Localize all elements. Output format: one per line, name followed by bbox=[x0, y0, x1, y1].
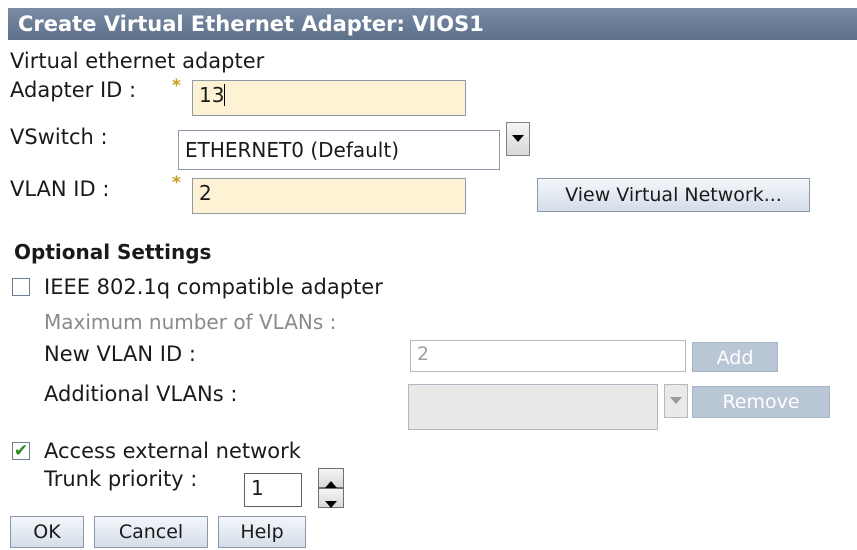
additional-vlans-list[interactable] bbox=[408, 384, 658, 430]
help-button[interactable]: Help bbox=[218, 516, 306, 548]
max-vlans-label: Maximum number of VLANs : bbox=[44, 310, 337, 334]
dialog-title: Create Virtual Ethernet Adapter: VIOS1 bbox=[8, 8, 857, 40]
trunk-priority-increment[interactable] bbox=[318, 468, 344, 488]
checkmark-icon: ✔ bbox=[13, 441, 29, 461]
vswitch-dropdown-button[interactable] bbox=[506, 122, 530, 156]
ok-button[interactable]: OK bbox=[10, 516, 84, 548]
arrow-down-icon bbox=[325, 501, 337, 508]
section-label: Virtual ethernet adapter bbox=[10, 49, 265, 73]
adapter-id-label: Adapter ID : bbox=[10, 78, 137, 102]
new-vlan-id-label: New VLAN ID : bbox=[44, 342, 196, 366]
trunk-priority-input[interactable]: 1 bbox=[244, 473, 302, 507]
arrow-up-icon bbox=[325, 481, 337, 488]
optional-settings-heading: Optional Settings bbox=[14, 240, 212, 264]
trunk-priority-label: Trunk priority : bbox=[44, 467, 198, 491]
vswitch-label: VSwitch : bbox=[10, 125, 108, 149]
additional-vlans-dropdown-button[interactable] bbox=[664, 384, 688, 418]
adapter-id-input[interactable]: 13 bbox=[192, 80, 466, 116]
ieee-checkbox[interactable] bbox=[12, 278, 30, 296]
vlan-id-required-mark: * bbox=[172, 173, 181, 193]
access-external-label: Access external network bbox=[44, 439, 301, 463]
new-vlan-id-input[interactable]: 2 bbox=[410, 340, 686, 372]
chevron-down-icon bbox=[512, 135, 524, 142]
adapter-id-required-mark: * bbox=[172, 76, 181, 96]
vlan-id-input[interactable]: 2 bbox=[192, 178, 466, 214]
ieee-checkbox-label: IEEE 802.1q compatible adapter bbox=[44, 275, 383, 299]
vswitch-select[interactable]: ETHERNET0 (Default) bbox=[178, 130, 500, 170]
chevron-down-icon bbox=[670, 397, 682, 404]
vlan-id-label: VLAN ID : bbox=[10, 177, 110, 201]
access-external-checkbox[interactable]: ✔ bbox=[12, 442, 30, 460]
additional-vlans-label: Additional VLANs : bbox=[44, 382, 238, 406]
view-virtual-network-button[interactable]: View Virtual Network... bbox=[537, 178, 810, 212]
trunk-priority-decrement[interactable] bbox=[318, 488, 344, 508]
cancel-button[interactable]: Cancel bbox=[94, 516, 208, 548]
remove-button[interactable]: Remove bbox=[692, 386, 830, 418]
add-button[interactable]: Add bbox=[692, 342, 778, 372]
